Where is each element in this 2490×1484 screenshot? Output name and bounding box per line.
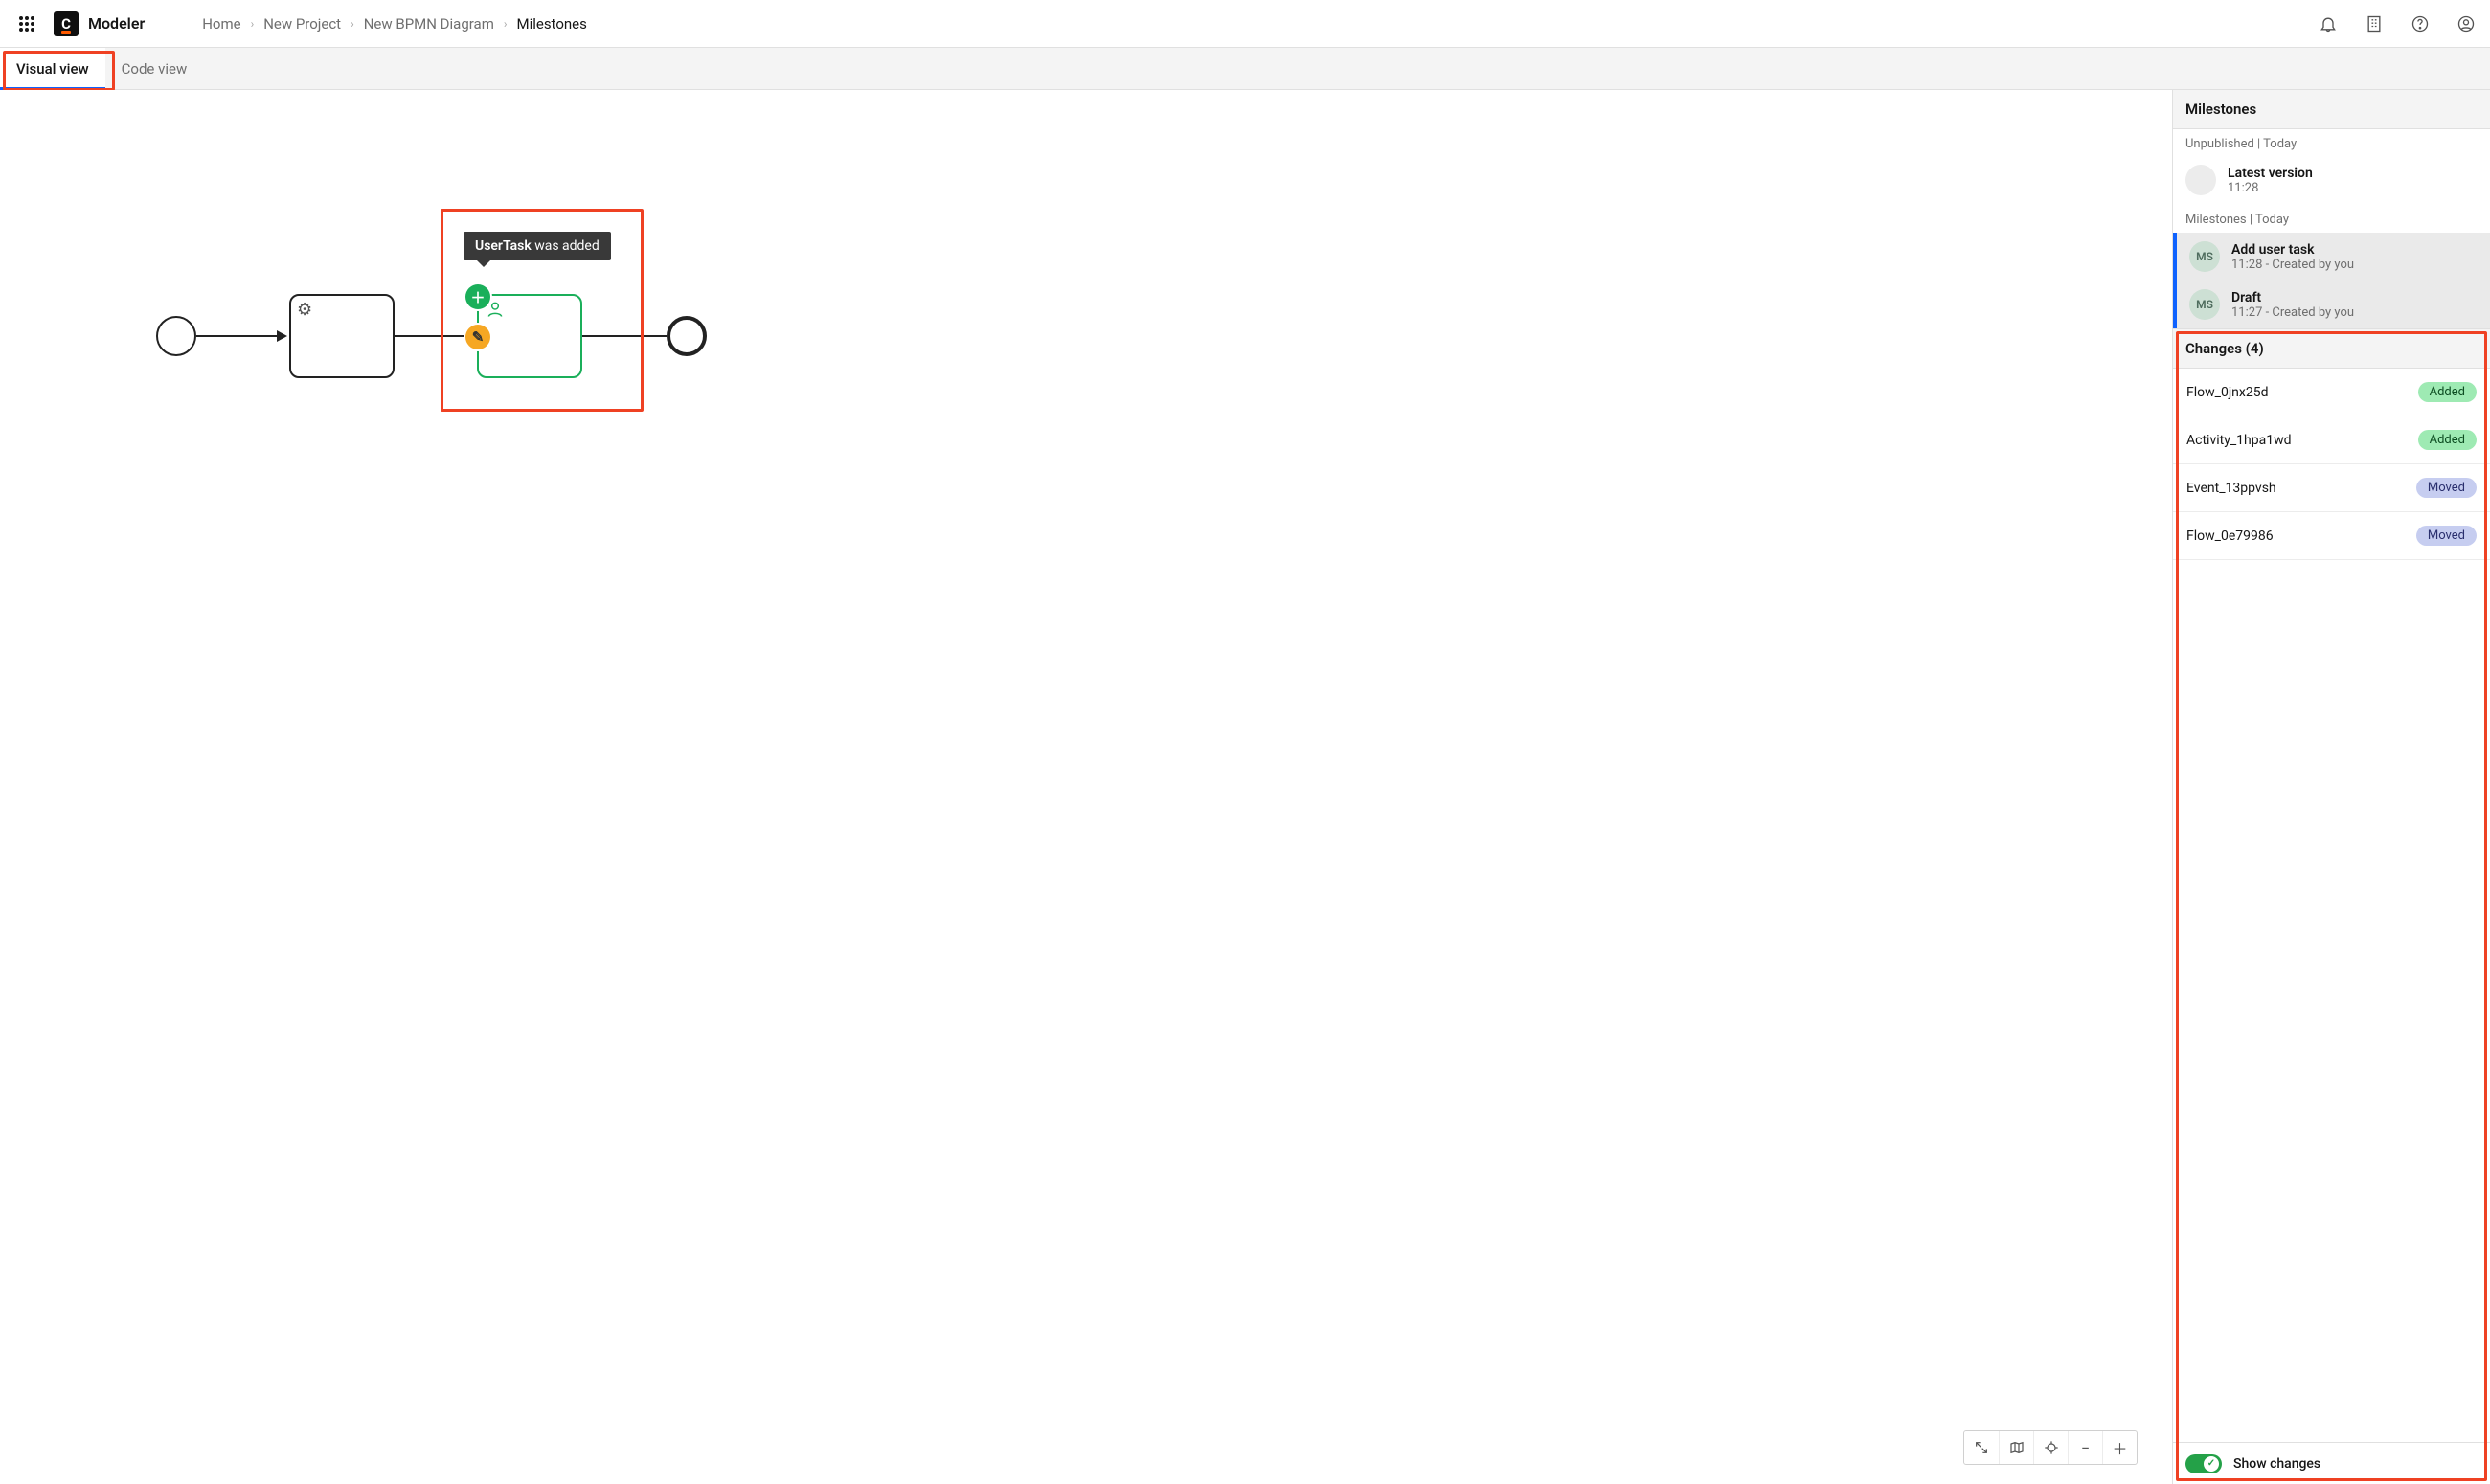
diagram-canvas[interactable]: ⚙ ＋ ✎ UserTask was added: [0, 90, 2172, 1484]
milestones-header: Milestones | Today: [2173, 205, 2490, 233]
account-button[interactable]: [2456, 13, 2477, 34]
change-element-id: Activity_1hpa1wd: [2186, 433, 2292, 448]
change-row[interactable]: Event_13ppvsh Moved: [2173, 464, 2490, 512]
user-circle-icon: [2456, 14, 2476, 34]
apps-menu-button[interactable]: [13, 11, 40, 37]
show-changes-label: Show changes: [2233, 1456, 2320, 1472]
show-changes-toggle[interactable]: ✓: [2185, 1454, 2222, 1473]
zoom-out-button[interactable]: −: [2068, 1431, 2102, 1464]
change-row[interactable]: Flow_0jnx25d Added: [2173, 369, 2490, 416]
modified-indicator-badge: ✎: [465, 325, 490, 349]
change-tooltip: UserTask was added: [464, 232, 611, 260]
change-kind-pill: Moved: [2416, 526, 2477, 546]
fullscreen-button[interactable]: [1964, 1431, 1999, 1464]
milestone-title: Draft: [2231, 290, 2354, 305]
panel-title: Milestones: [2173, 90, 2490, 129]
sequence-flow[interactable]: [582, 335, 667, 337]
milestone-meta: 11:27 - Created by you: [2231, 305, 2354, 320]
breadcrumb-item-diagram[interactable]: New BPMN Diagram: [364, 15, 494, 33]
expand-icon: [1974, 1440, 1989, 1455]
topbar-icon-group: [2318, 13, 2477, 34]
added-indicator-badge: ＋: [465, 284, 490, 309]
sequence-flow[interactable]: [395, 335, 476, 337]
chevron-right-icon: ›: [251, 17, 255, 31]
bpmn-service-task[interactable]: ⚙: [289, 294, 395, 378]
help-button[interactable]: [2410, 13, 2431, 34]
latest-version-time: 11:28: [2228, 181, 2313, 195]
unpublished-header: Unpublished | Today: [2173, 129, 2490, 157]
tab-visual-view[interactable]: Visual view: [0, 48, 105, 89]
breadcrumb-item-current: Milestones: [516, 15, 586, 33]
minus-icon: −: [2081, 1439, 2090, 1457]
bpmn-start-event[interactable]: [156, 316, 196, 356]
logo-letter: C: [61, 15, 71, 33]
app-name[interactable]: Modeler: [88, 14, 145, 33]
minimap-button[interactable]: [1999, 1431, 2033, 1464]
changes-title: Changes (4): [2173, 328, 2490, 369]
product-logo[interactable]: C: [54, 11, 79, 36]
organization-button[interactable]: [2364, 13, 2385, 34]
latest-version-row[interactable]: Latest version 11:28: [2173, 157, 2490, 205]
map-icon: [2009, 1440, 2025, 1455]
plus-icon: ＋: [2112, 1436, 2127, 1459]
breadcrumb-item-home[interactable]: Home: [202, 15, 240, 33]
show-changes-row: ✓ Show changes: [2173, 1442, 2490, 1484]
change-row[interactable]: Activity_1hpa1wd Added: [2173, 416, 2490, 464]
change-row[interactable]: Flow_0e79986 Moved: [2173, 512, 2490, 560]
view-tabs: Visual view Code view: [0, 48, 2490, 90]
tooltip-element-type: UserTask: [475, 238, 532, 254]
avatar-placeholder: [2185, 165, 2216, 195]
milestone-item[interactable]: MS Draft 11:27 - Created by you: [2173, 281, 2490, 328]
toggle-knob: ✓: [2204, 1456, 2219, 1472]
changes-section: Changes (4) Flow_0jnx25d Added Activity_…: [2173, 328, 2490, 1484]
topbar: C Modeler Home › New Project › New BPMN …: [0, 0, 2490, 48]
main-area: ⚙ ＋ ✎ UserTask was added: [0, 90, 2490, 1484]
gear-icon: ⚙: [297, 300, 312, 320]
change-element-id: Flow_0jnx25d: [2186, 385, 2269, 400]
latest-version-title: Latest version: [2228, 166, 2313, 181]
bpmn-user-task[interactable]: [477, 294, 582, 378]
milestone-meta: 11:28 - Created by you: [2231, 258, 2354, 272]
arrow-head-icon: [277, 330, 287, 342]
bpmn-end-event[interactable]: [667, 316, 707, 356]
sequence-flow[interactable]: [196, 335, 279, 337]
change-kind-pill: Added: [2418, 382, 2477, 402]
target-icon: [2044, 1440, 2059, 1455]
chevron-right-icon: ›: [504, 17, 508, 31]
building-icon: [2365, 14, 2384, 34]
change-element-id: Event_13ppvsh: [2186, 481, 2276, 496]
breadcrumb: Home › New Project › New BPMN Diagram › …: [202, 15, 587, 33]
change-kind-pill: Added: [2418, 430, 2477, 450]
zoom-in-button[interactable]: ＋: [2102, 1431, 2137, 1464]
canvas-controls: − ＋: [1963, 1430, 2138, 1465]
apps-grid-icon: [18, 15, 35, 33]
breadcrumb-item-project[interactable]: New Project: [263, 15, 341, 33]
fit-view-button[interactable]: [2033, 1431, 2068, 1464]
chevron-right-icon: ›: [351, 17, 354, 31]
milestone-title: Add user task: [2231, 242, 2354, 258]
tooltip-action: was added: [532, 238, 600, 254]
change-kind-pill: Moved: [2416, 478, 2477, 498]
milestone-item[interactable]: MS Add user task 11:28 - Created by you: [2173, 233, 2490, 281]
notifications-button[interactable]: [2318, 13, 2339, 34]
tab-code-view[interactable]: Code view: [105, 48, 204, 89]
milestone-list: MS Add user task 11:28 - Created by you …: [2173, 233, 2490, 328]
help-icon: [2411, 14, 2430, 34]
changes-list: Flow_0jnx25d Added Activity_1hpa1wd Adde…: [2173, 369, 2490, 1442]
avatar: MS: [2189, 289, 2220, 320]
milestones-panel: Milestones Unpublished | Today Latest ve…: [2172, 90, 2490, 1484]
avatar: MS: [2189, 241, 2220, 272]
bell-icon: [2319, 14, 2338, 34]
change-element-id: Flow_0e79986: [2186, 528, 2274, 544]
